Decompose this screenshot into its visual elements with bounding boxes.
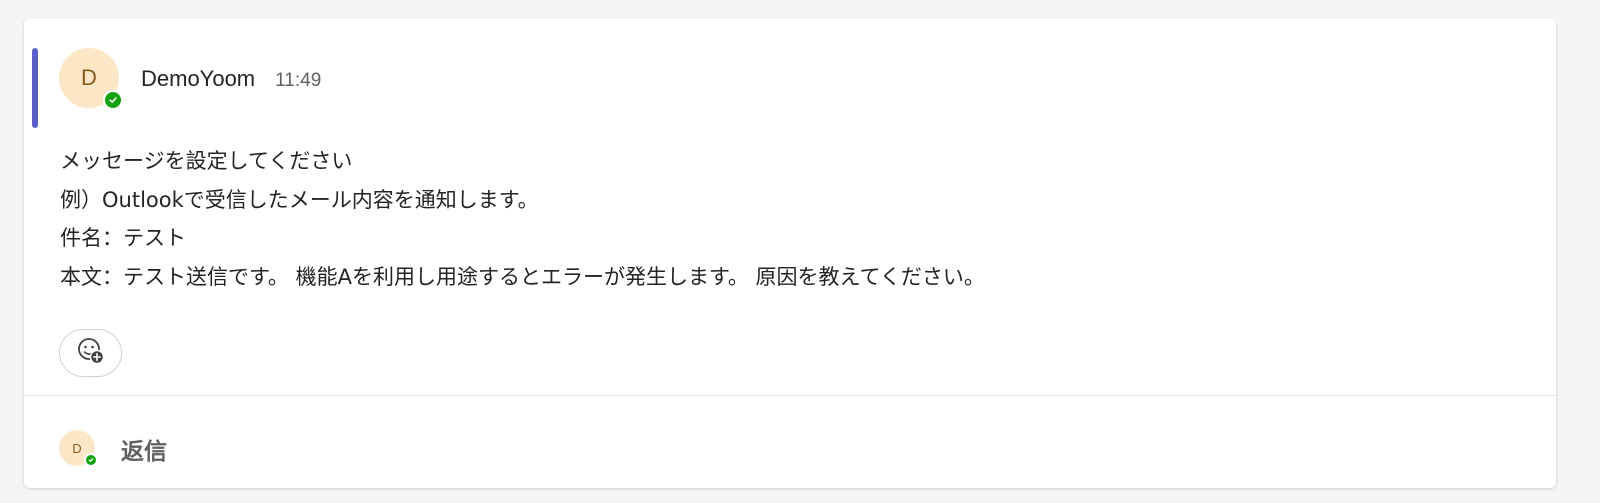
sender-avatar[interactable]: D	[59, 48, 123, 110]
avatar-initial: D	[81, 65, 97, 90]
reply-button[interactable]: 返信	[121, 432, 167, 466]
reply-divider	[24, 395, 1556, 396]
message-card: D DemoYoom 11:49 メッセージを設定してください 例）Outloo…	[24, 18, 1556, 488]
add-reaction-button[interactable]	[59, 329, 122, 377]
presence-available-icon	[103, 90, 123, 110]
avatar-initial: D	[72, 440, 82, 456]
reply-avatar: D	[59, 430, 98, 467]
message-header: DemoYoom 11:49	[141, 66, 321, 92]
sender-name[interactable]: DemoYoom	[141, 66, 255, 92]
presence-available-icon	[84, 453, 98, 467]
message-line: 件名：テスト	[60, 226, 186, 250]
message-body: メッセージを設定してください 例）Outlookで受信したメール内容を通知します…	[60, 142, 1530, 296]
unread-accent-bar	[32, 48, 38, 128]
message-line: 本文：テスト送信です。 機能Aを利用し用途するとエラーが発生します。 原因を教え…	[60, 264, 985, 289]
message-line: 例）Outlookで受信したメール内容を通知します。	[60, 187, 539, 212]
message-timestamp: 11:49	[275, 70, 322, 91]
add-reaction-icon	[76, 336, 106, 370]
message-line: メッセージを設定してください	[60, 149, 353, 173]
